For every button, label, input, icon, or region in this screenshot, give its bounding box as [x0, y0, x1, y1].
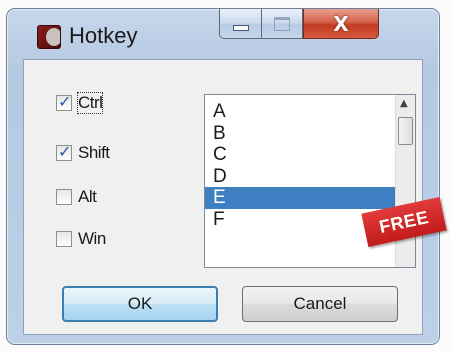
checkbox-alt-label: Alt: [78, 187, 97, 206]
minimize-button[interactable]: [219, 9, 261, 39]
close-icon: X: [333, 11, 349, 36]
checkbox-shift-label: Shift: [78, 143, 110, 162]
checkbox-ctrl[interactable]: ✓ Ctrl: [56, 92, 104, 114]
check-icon: ✓: [58, 92, 72, 111]
listbox-scrollbar[interactable]: ▲: [395, 95, 415, 267]
app-icon: [37, 25, 61, 49]
list-item-a[interactable]: A: [205, 101, 395, 123]
minimize-icon: [232, 24, 249, 31]
cancel-button[interactable]: Cancel: [242, 286, 398, 322]
close-button[interactable]: X: [303, 9, 379, 39]
list-item-d[interactable]: D: [205, 166, 395, 188]
scroll-up-arrow-icon[interactable]: ▲: [400, 98, 408, 109]
title-bar[interactable]: Hotkey X: [7, 9, 439, 59]
checkbox-alt-box[interactable]: [56, 189, 72, 205]
checkbox-alt[interactable]: Alt: [56, 186, 97, 208]
hotkey-dialog-window: Hotkey X ✓ Ctrl ✓ Shift Alt Win A B C D …: [6, 8, 440, 345]
list-item-e-selected[interactable]: E: [205, 187, 395, 209]
scrollbar-thumb[interactable]: [398, 117, 413, 145]
checkbox-shift[interactable]: ✓ Shift: [56, 142, 110, 164]
ok-button[interactable]: OK: [62, 286, 218, 322]
key-list-items: A B C D E F: [205, 101, 395, 230]
checkbox-win[interactable]: Win: [56, 228, 106, 250]
checkbox-win-label: Win: [78, 229, 106, 248]
checkbox-shift-box[interactable]: ✓: [56, 142, 72, 161]
caption-buttons: X: [219, 9, 379, 39]
window-title: Hotkey: [69, 23, 138, 48]
dialog-client-area: ✓ Ctrl ✓ Shift Alt Win A B C D E F ▲ OK …: [23, 59, 423, 335]
checkbox-ctrl-label: Ctrl: [76, 92, 104, 114]
list-item-c[interactable]: C: [205, 144, 395, 166]
checkbox-win-box[interactable]: [56, 231, 72, 247]
checkbox-ctrl-box[interactable]: ✓: [56, 92, 72, 111]
check-icon: ✓: [58, 142, 72, 161]
maximize-button: [261, 9, 303, 39]
free-badge-text: FREE: [377, 206, 431, 237]
maximize-icon: [274, 16, 290, 31]
screenshot-stage: Hotkey X ✓ Ctrl ✓ Shift Alt Win A B C D …: [0, 0, 451, 353]
list-item-b[interactable]: B: [205, 123, 395, 145]
